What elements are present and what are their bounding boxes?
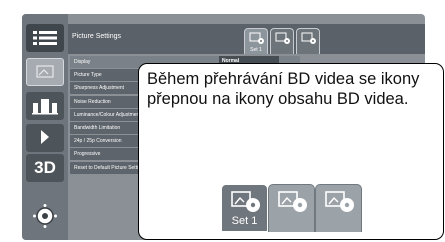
navigation-pad-icon <box>33 204 57 228</box>
bd-tab-set-2[interactable] <box>268 184 315 232</box>
bd-video-settings-icon <box>231 191 260 212</box>
bd-tab-label: Set 1 <box>231 215 258 227</box>
sidebar-item-3d[interactable]: 3D <box>26 154 64 182</box>
bd-video-settings-icon <box>249 32 264 44</box>
sidebar-item-music[interactable] <box>26 124 64 152</box>
sidebar-item-sound[interactable] <box>26 92 64 120</box>
bd-tab-set-1[interactable]: Set 1 <box>221 184 268 232</box>
music-note-icon <box>41 130 49 144</box>
bd-tab-set-3[interactable] <box>315 184 362 232</box>
list-icon <box>33 31 57 45</box>
speaker-icon <box>32 99 58 115</box>
tab-set-1[interactable]: Set 1 <box>244 28 268 54</box>
tab-label: Set 1 <box>250 47 262 53</box>
menu-header: Picture Settings Set 1 <box>68 24 425 54</box>
picture-icon <box>36 65 54 78</box>
sidebar-item-top-menu[interactable] <box>26 24 64 52</box>
bd-video-settings-icon <box>301 32 316 44</box>
tab-set-3[interactable] <box>296 28 320 54</box>
bd-video-settings-icon <box>325 191 354 212</box>
bd-video-icon-tabs: Set 1 <box>221 184 363 232</box>
bd-video-settings-icon <box>278 191 307 212</box>
sidebar: 3D <box>22 14 68 240</box>
callout-pointer <box>382 111 418 131</box>
menu-title: Picture Settings <box>72 33 122 40</box>
tab-set-2[interactable] <box>270 28 294 54</box>
callout-box: Během přehrávání BD videa se ikony přepn… <box>138 63 444 240</box>
sidebar-item-picture[interactable] <box>26 58 64 86</box>
callout-text: Během přehrávání BD videa se ikony přepn… <box>147 70 420 108</box>
bd-video-settings-icon <box>275 32 290 44</box>
